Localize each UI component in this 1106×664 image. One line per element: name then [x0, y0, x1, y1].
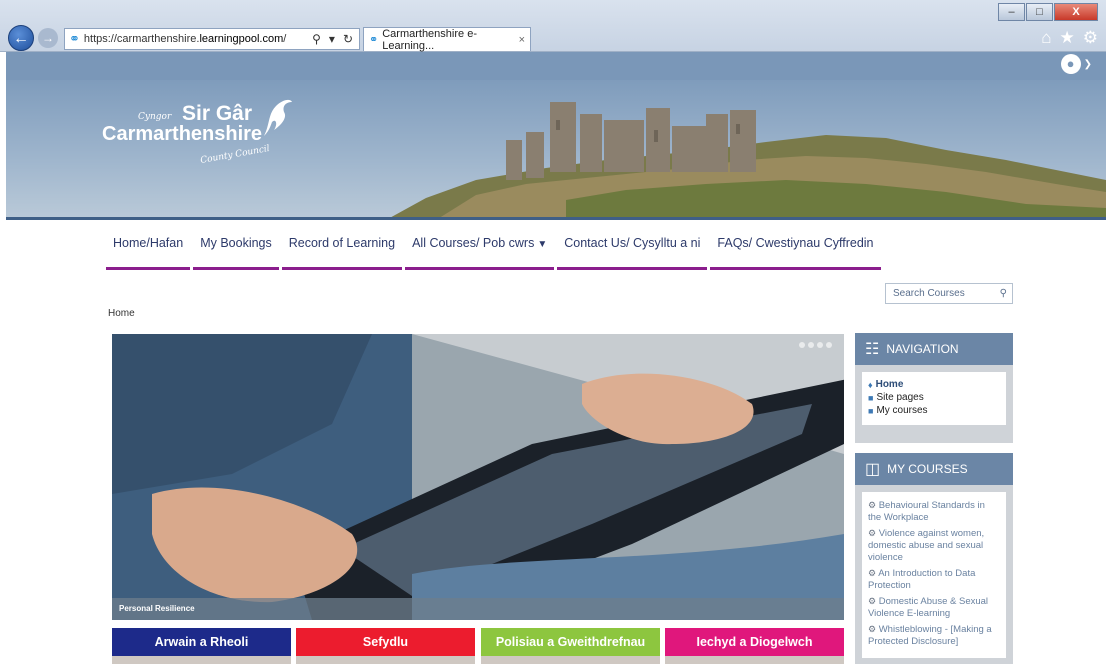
slide-image: [112, 334, 844, 620]
folder-icon: ■: [868, 392, 874, 403]
forward-arrow-icon: →: [42, 31, 54, 45]
course-link[interactable]: ⚙ Violence against women, domestic abuse…: [868, 527, 1000, 564]
navigation-block: ☷ NAVIGATION ♦ Home ■ Site pages ■ My cours…: [855, 333, 1013, 443]
hero-slider[interactable]: Personal Resilience: [112, 334, 844, 620]
navigation-block-header[interactable]: ☷ NAVIGATION: [855, 333, 1013, 365]
minimize-button[interactable]: –: [998, 3, 1025, 21]
course-link[interactable]: ⚙ Behavioural Standards in the Workplace: [868, 499, 1000, 524]
category-tile-iechyd[interactable]: Iechyd a Diogelwch: [665, 628, 844, 664]
slider-dot[interactable]: [799, 342, 805, 348]
star-icon[interactable]: ★: [1060, 28, 1075, 48]
nav-item-home[interactable]: ♦ Home: [868, 379, 1000, 390]
forward-button[interactable]: →: [38, 28, 58, 48]
menu-item-record-of-learning[interactable]: Record of Learning: [281, 232, 403, 270]
back-button[interactable]: ←: [8, 25, 34, 51]
search-courses-input[interactable]: Search Courses ⚲: [885, 283, 1013, 304]
course-link[interactable]: ⚙ Whistleblowing - [Making a Protected D…: [868, 623, 1000, 648]
chevron-down-icon: ▼: [537, 239, 548, 250]
menu-item-all-courses[interactable]: All Courses/ Pob cwrs ▼: [405, 232, 555, 270]
slider-dot[interactable]: [826, 342, 832, 348]
breadcrumb[interactable]: Home: [108, 308, 135, 319]
browser-tab[interactable]: ⚭ Carmarthenshire e-Learning... ×: [363, 27, 531, 52]
category-tile-polisiau[interactable]: Polisiau a Gweithdrefnau: [481, 628, 660, 664]
course-icon: ⚙: [868, 568, 877, 578]
close-window-button[interactable]: X: [1054, 3, 1098, 21]
monitor-icon: ◫: [865, 461, 881, 478]
search-icon[interactable]: ⚲: [312, 32, 321, 46]
nav-item-site-pages[interactable]: ■ Site pages: [868, 392, 1000, 403]
site-topbar: ● ❯: [6, 52, 1106, 80]
slider-dot[interactable]: [808, 342, 814, 348]
course-icon: ⚙: [868, 596, 877, 606]
site-favicon-icon: ⚭: [69, 31, 80, 46]
logo-carmarthenshire-text: Carmarthenshire: [102, 123, 263, 145]
course-link[interactable]: ⚙ An Introduction to Data Protection: [868, 567, 1000, 592]
course-icon: ⚙: [868, 500, 877, 510]
folder-icon: ■: [868, 405, 874, 416]
header-banner: Cyngor Sir Gâr Carmarthenshire County Co…: [6, 80, 1106, 220]
tab-close-icon[interactable]: ×: [519, 34, 525, 46]
user-menu[interactable]: ● ❯: [1060, 54, 1092, 74]
refresh-icon[interactable]: ↻: [343, 32, 353, 46]
menu-item-home[interactable]: Home/Hafan: [106, 232, 191, 270]
maximize-button[interactable]: □: [1026, 3, 1053, 21]
address-bar[interactable]: ⚭ https://carmarthenshire.learningpool.c…: [64, 28, 360, 50]
tab-favicon-icon: ⚭: [369, 34, 379, 46]
course-link[interactable]: ⚙ Domestic Abuse & Sexual Violence E-lea…: [868, 595, 1000, 620]
course-icon: ⚙: [868, 624, 877, 634]
sitemap-icon: ☷: [865, 341, 880, 358]
slide-caption: Personal Resilience: [112, 598, 844, 620]
slider-dot[interactable]: [817, 342, 823, 348]
search-icon[interactable]: ⚲: [1000, 288, 1007, 299]
gear-icon[interactable]: ⚙: [1083, 28, 1098, 48]
category-tile-sefydlu[interactable]: Sefydlu: [296, 628, 475, 664]
course-icon: ⚙: [868, 528, 877, 538]
navigation-list: ♦ Home ■ Site pages ■ My courses: [862, 372, 1006, 425]
browser-chrome: – □ X ← → ⚭ https://carmarthenshire.lear…: [0, 0, 1106, 52]
menu-item-contact-us[interactable]: Contact Us/ Cysylltu a ni: [557, 232, 708, 270]
home-icon[interactable]: ⌂: [1041, 28, 1051, 48]
user-avatar-icon: ●: [1060, 54, 1081, 74]
tab-title: Carmarthenshire e-Learning...: [382, 27, 477, 52]
chevron-down-icon: ❯: [1083, 58, 1092, 70]
back-arrow-icon: ←: [13, 30, 29, 47]
address-url: https://carmarthenshire.learningpool.com…: [83, 33, 287, 45]
dropdown-icon[interactable]: ▾: [329, 32, 335, 46]
menu-item-faqs[interactable]: FAQs/ Cwestiynau Cyffredin: [710, 232, 881, 270]
window-controls: – □ X: [998, 3, 1098, 21]
my-courses-list: ⚙ Behavioural Standards in the Workplace…: [862, 492, 1006, 658]
my-courses-block: ◫ MY COURSES ⚙ Behavioural Standards in …: [855, 453, 1013, 664]
menu-item-my-bookings[interactable]: My Bookings: [193, 232, 279, 270]
dragon-icon: [264, 99, 292, 136]
home-icon: ♦: [868, 379, 873, 390]
nav-item-my-courses[interactable]: ■ My courses: [868, 405, 1000, 416]
slider-dots: [799, 342, 832, 348]
castle-landscape-image: [391, 102, 1106, 217]
logo-cyngor-text: Cyngor: [138, 112, 172, 122]
my-courses-block-header[interactable]: ◫ MY COURSES: [855, 453, 1013, 485]
category-tile-arwain[interactable]: Arwain a Rheoli: [112, 628, 291, 664]
main-menu: Home/Hafan My Bookings Record of Learnin…: [106, 232, 884, 270]
